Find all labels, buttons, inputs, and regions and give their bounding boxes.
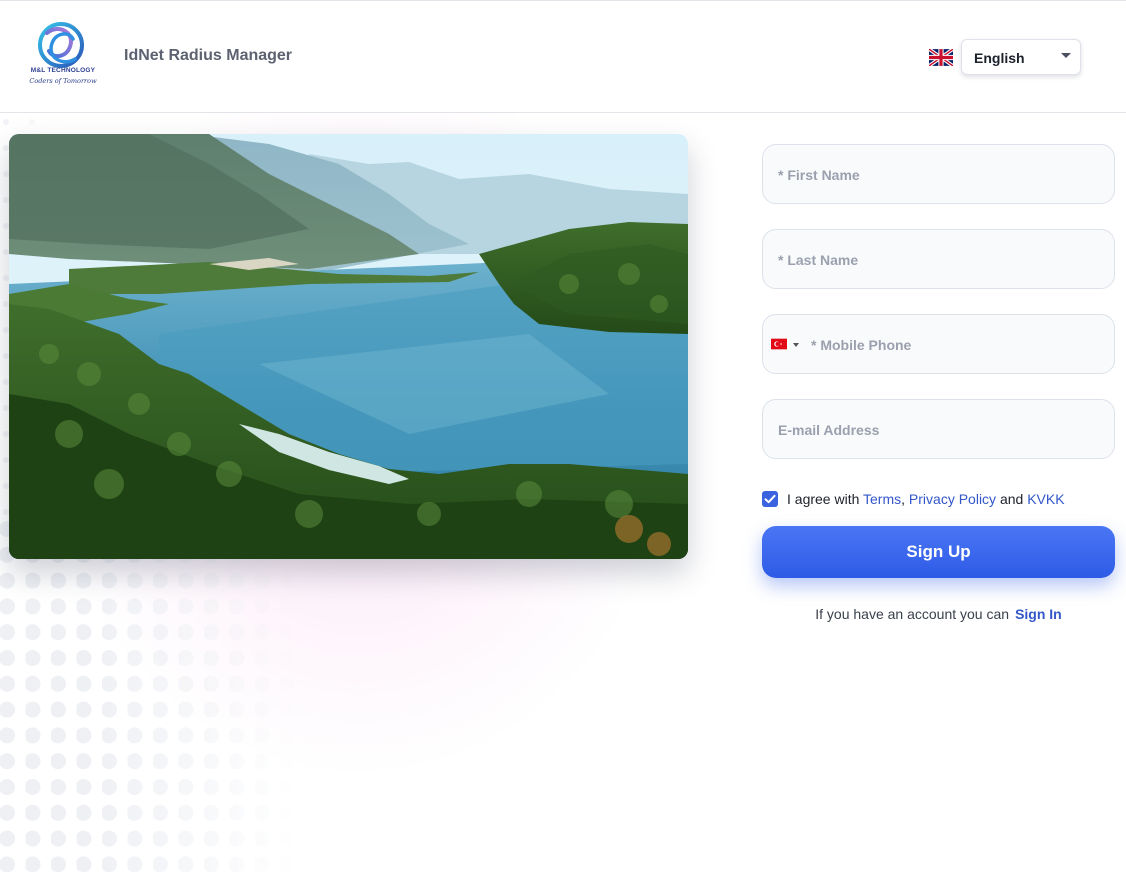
first-name-placeholder: * First Name bbox=[778, 167, 860, 183]
lagoon-illustration bbox=[9, 134, 688, 559]
email-field[interactable]: E-mail Address bbox=[762, 399, 1115, 459]
country-caret-icon[interactable] bbox=[793, 343, 799, 347]
turkey-flag-icon[interactable] bbox=[771, 338, 787, 350]
sign-in-prompt: If you have an account you can bbox=[815, 606, 1010, 622]
uk-flag-icon bbox=[929, 49, 953, 66]
background-dots bbox=[0, 520, 300, 872]
sign-in-row: If you have an account you can Sign In bbox=[762, 606, 1115, 622]
top-header: M&L TECHNOLOGY Coders of Tomorrow IdNet … bbox=[0, 0, 1126, 113]
mobile-phone-placeholder: * Mobile Phone bbox=[811, 337, 912, 353]
logo-slogan: Coders of Tomorrow bbox=[29, 77, 97, 85]
kvkk-link[interactable]: KVKK bbox=[1027, 491, 1064, 507]
agree-checkbox[interactable] bbox=[762, 491, 778, 507]
company-logo[interactable]: M&L TECHNOLOGY Coders of Tomorrow bbox=[25, 19, 101, 91]
terms-link[interactable]: Terms bbox=[863, 491, 901, 507]
logo-emblem-icon bbox=[38, 22, 84, 68]
logo-company-name: M&L TECHNOLOGY bbox=[30, 67, 96, 74]
chevron-down-icon bbox=[1061, 53, 1071, 58]
checkmark-icon bbox=[764, 494, 776, 504]
agree-and: and bbox=[999, 491, 1024, 507]
agree-prefix: I agree with bbox=[787, 491, 860, 507]
language-select[interactable]: English bbox=[961, 39, 1081, 75]
hero-landscape-image bbox=[9, 134, 688, 559]
sign-in-link[interactable]: Sign In bbox=[1015, 606, 1062, 622]
email-placeholder: E-mail Address bbox=[778, 422, 880, 438]
agree-comma: , bbox=[901, 491, 906, 507]
agree-text: I agree with Terms, Privacy Policy and K… bbox=[787, 491, 1065, 507]
last-name-placeholder: * Last Name bbox=[778, 252, 859, 268]
privacy-policy-link[interactable]: Privacy Policy bbox=[909, 491, 996, 507]
language-value: English bbox=[974, 50, 1025, 66]
first-name-field[interactable]: * First Name bbox=[762, 144, 1115, 204]
sign-up-button[interactable]: Sign Up bbox=[762, 526, 1115, 578]
last-name-field[interactable]: * Last Name bbox=[762, 229, 1115, 289]
app-title: IdNet Radius Manager bbox=[124, 47, 293, 64]
mobile-phone-field[interactable]: * Mobile Phone bbox=[762, 314, 1115, 374]
